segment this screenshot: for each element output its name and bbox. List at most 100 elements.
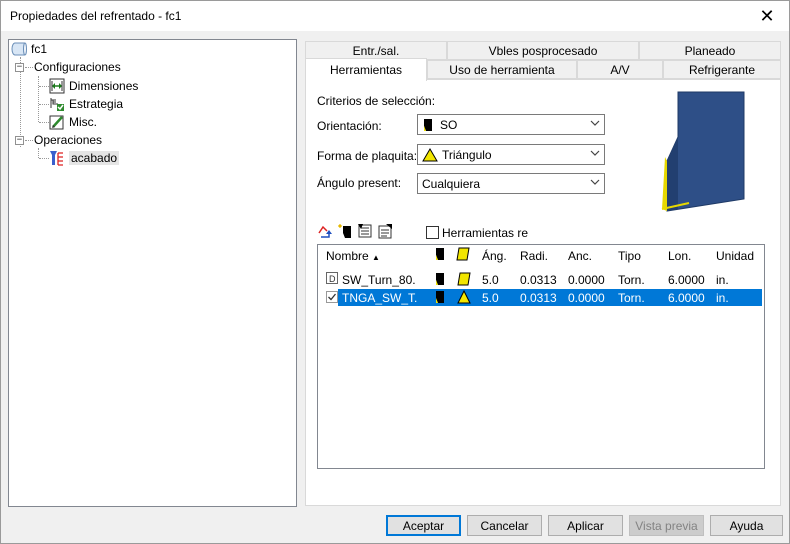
tool-angle: 5.0: [482, 273, 499, 287]
tree-line: [39, 158, 49, 159]
row-check-area: [322, 289, 338, 306]
close-button[interactable]: ✕: [745, 1, 789, 31]
tool-unit: in.: [716, 291, 729, 305]
tool-list[interactable]: Nombre ▲ Áng. Radi. Anc. Tipo Lon. Unida…: [317, 244, 765, 469]
tree-item-root[interactable]: fc1: [11, 40, 47, 58]
insert-shape-value: Triángulo: [442, 147, 492, 162]
tool-list-toolbar: [317, 223, 393, 239]
tab-label: Herramientas: [329, 63, 403, 77]
close-icon: ✕: [759, 5, 775, 26]
cylinder-icon: [11, 41, 27, 57]
column-header-label: Nombre: [326, 249, 369, 263]
tree-line: [39, 86, 49, 87]
tab-uso-de-herramienta[interactable]: Uso de herramienta: [427, 60, 577, 79]
collapse-icon[interactable]: −: [15, 135, 24, 145]
tools-filter-checkbox[interactable]: [426, 226, 439, 239]
tab-vbles-posprocesado[interactable]: Vbles posprocesado: [447, 41, 639, 60]
tab-label: Uso de herramienta: [449, 62, 555, 77]
tools-filter-label: Herramientas re: [442, 226, 529, 240]
tool-preview-image: [659, 91, 745, 215]
chevron-down-icon: [590, 177, 600, 190]
help-button[interactable]: Ayuda: [710, 515, 783, 536]
chevron-down-icon: [590, 148, 600, 161]
tool-radius: 0.0313: [520, 291, 557, 305]
tool-name: TNGA_SW_T.: [342, 291, 418, 305]
column-header-unidad[interactable]: Unidad: [716, 249, 754, 263]
tree-label-dimensiones: Dimensiones: [69, 79, 139, 93]
tool-length: 6.0000: [668, 273, 705, 287]
column-header-tipo[interactable]: Tipo: [618, 249, 641, 263]
orientation-label: Orientación:: [317, 119, 382, 133]
tool-width: 0.0000: [568, 291, 605, 305]
title-bar: Propiedades del refrentado - fc1 ✕: [1, 1, 789, 31]
tool-angle: 5.0: [482, 291, 499, 305]
insert-shape-label: Forma de plaquita:: [317, 149, 418, 163]
tool-type: Torn.: [618, 273, 645, 287]
tree-label-operaciones: Operaciones: [34, 133, 103, 147]
ok-button[interactable]: Aceptar: [386, 515, 461, 536]
tree-line: [38, 148, 39, 158]
tree-item-config[interactable]: − Configuraciones: [15, 58, 121, 76]
tab-label: Vbles posprocesado: [488, 43, 598, 58]
collapse-icon[interactable]: −: [15, 62, 24, 72]
angle-value: Cualquiera: [422, 176, 481, 191]
preview-button[interactable]: Vista previa: [629, 515, 704, 536]
column-header-lon[interactable]: Lon.: [668, 249, 691, 263]
apply-button[interactable]: Aplicar: [548, 515, 623, 536]
tab-refrigerante[interactable]: Refrigerante: [663, 60, 781, 79]
triangle-insert-icon: [457, 289, 471, 307]
tab-label: Entr./sal.: [352, 43, 400, 58]
checkmark-icon: [326, 291, 338, 303]
tree-label-estrategia: Estrategia: [69, 97, 124, 111]
column-header-anc[interactable]: Anc.: [568, 249, 592, 263]
triangle-icon: [422, 147, 438, 162]
tree-item-acabado[interactable]: acabado: [49, 149, 120, 167]
pencil-icon: [49, 114, 65, 130]
angle-select[interactable]: Cualquiera: [417, 173, 605, 194]
sync-tool-icon[interactable]: [317, 223, 333, 239]
angle-label: Ángulo present:: [317, 176, 402, 190]
tree-item-operaciones[interactable]: − Operaciones: [15, 131, 102, 149]
table-row-selected[interactable]: TNGA_SW_T. 5.0 0.0313 0.0000 Torn. 6.000…: [338, 289, 762, 306]
tab-label: A/V: [610, 62, 630, 77]
orientation-so-icon: [422, 118, 434, 132]
tree-item-dimensiones[interactable]: Dimensiones: [49, 77, 138, 95]
orientation-so-icon: [434, 290, 446, 307]
tree-label-config: Configuraciones: [34, 60, 121, 74]
tree-item-estrategia[interactable]: Estrategia: [49, 95, 123, 113]
tool-type-icon: D: [326, 272, 338, 287]
operation-tree[interactable]: fc1 − Configuraciones Dimensiones Estrat…: [8, 39, 297, 507]
tab-av[interactable]: A/V: [577, 60, 663, 79]
dimensions-icon: [49, 78, 65, 94]
tree-item-misc[interactable]: Misc.: [49, 113, 97, 131]
orientation-so-icon: [434, 272, 446, 289]
tool-length: 6.0000: [668, 291, 705, 305]
strategy-icon: [49, 96, 65, 112]
table-row[interactable]: D SW_Turn_80. 5.0 0.0313 0.0000 Torn. 6.…: [322, 271, 762, 288]
orientation-column-icon[interactable]: [434, 247, 446, 264]
tool-name: SW_Turn_80.: [342, 273, 416, 287]
tree-line: [39, 122, 49, 123]
sort-ascending-icon: ▲: [372, 253, 380, 262]
insert-shape-select[interactable]: Triángulo: [417, 144, 605, 165]
insert-column-icon[interactable]: [456, 247, 470, 264]
tab-planeado[interactable]: Planeado: [639, 41, 781, 60]
dialog-window: Propiedades del refrentado - fc1 ✕ fc1 −…: [0, 0, 790, 544]
column-header-nombre[interactable]: Nombre ▲: [326, 249, 380, 263]
column-header-radi[interactable]: Radi.: [520, 249, 548, 263]
tool-properties-icon[interactable]: [377, 223, 393, 239]
tab-herramientas[interactable]: Herramientas: [305, 58, 427, 81]
tool-radius: 0.0313: [520, 273, 557, 287]
svg-text:D: D: [329, 274, 336, 284]
chevron-down-icon: [590, 118, 600, 131]
orientation-select[interactable]: SO: [417, 114, 605, 135]
new-tool-icon[interactable]: [337, 223, 353, 239]
facing-operation-icon: [49, 150, 65, 166]
cancel-button[interactable]: Cancelar: [467, 515, 542, 536]
tree-line: [38, 76, 39, 122]
tab-label: Planeado: [684, 43, 736, 58]
column-header-ang[interactable]: Áng.: [482, 249, 507, 263]
window-title: Propiedades del refrentado - fc1: [10, 9, 182, 23]
tool-library-icon[interactable]: [357, 223, 373, 239]
tool-unit: in.: [716, 273, 729, 287]
